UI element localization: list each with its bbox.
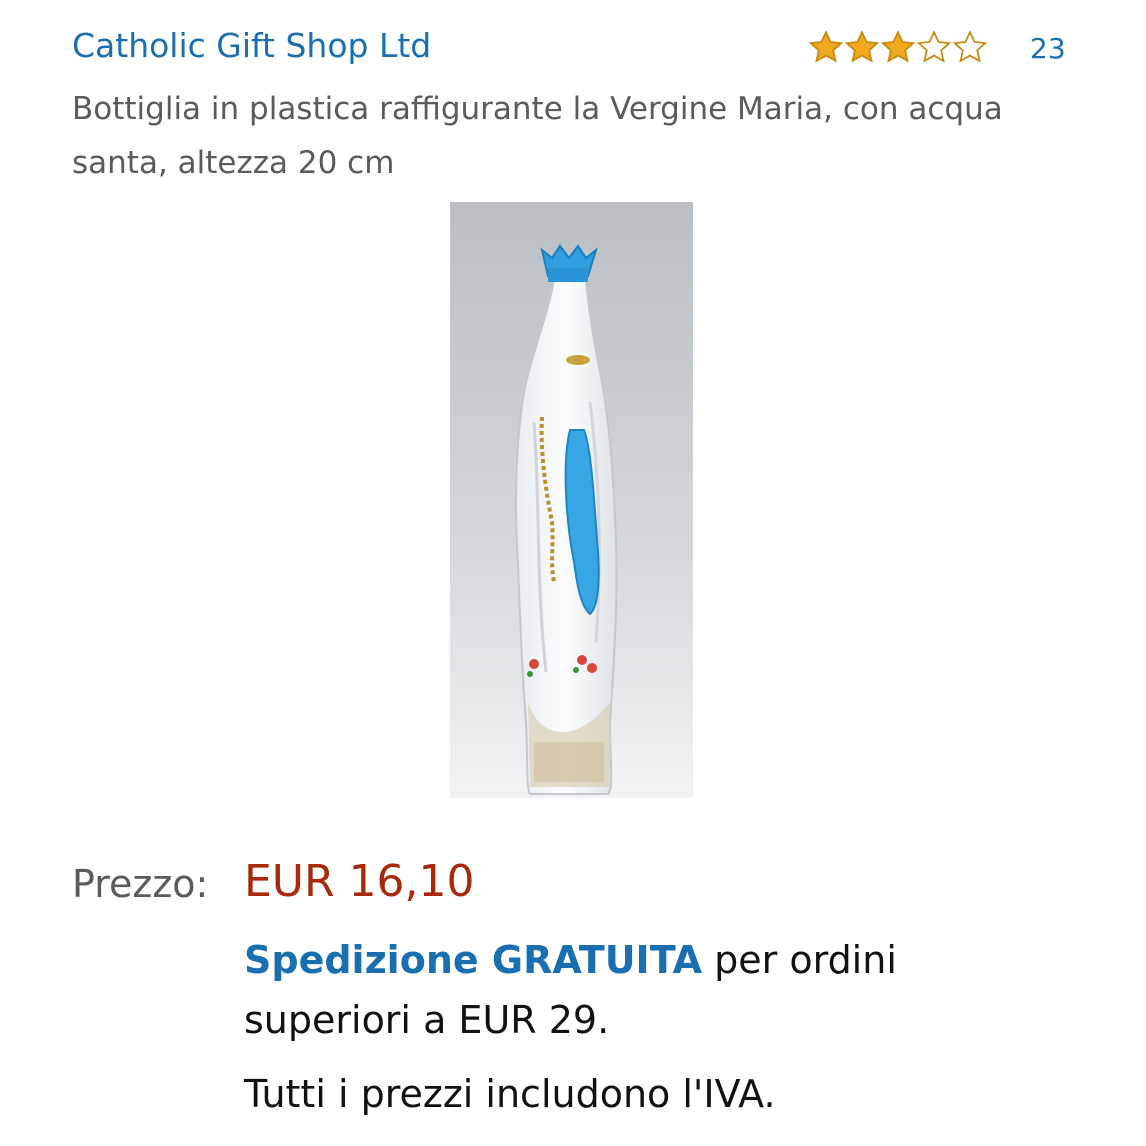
star-rating[interactable] <box>808 30 988 64</box>
seller-link[interactable]: Catholic Gift Shop Ltd <box>72 26 431 65</box>
virgin-mary-bottle-image[interactable] <box>450 202 693 798</box>
free-shipping-link[interactable]: Spedizione GRATUITA <box>244 938 702 982</box>
product-title[interactable]: Bottiglia in plastica raffigurante la Ve… <box>72 82 1062 190</box>
star-empty-icon <box>952 30 988 63</box>
shipping-info: Spedizione GRATUITA per ordini superiori… <box>244 930 1064 1050</box>
star-empty-icon <box>916 30 952 63</box>
star-full-icon <box>844 30 880 63</box>
vat-note: Tutti i prezzi includono l'IVA. <box>244 1072 776 1116</box>
review-count-link[interactable]: 23 <box>1030 32 1066 65</box>
star-full-icon <box>880 30 916 63</box>
price-value: EUR 16,10 <box>244 856 475 907</box>
price-label: Prezzo: <box>72 862 209 906</box>
star-full-icon <box>808 30 844 63</box>
